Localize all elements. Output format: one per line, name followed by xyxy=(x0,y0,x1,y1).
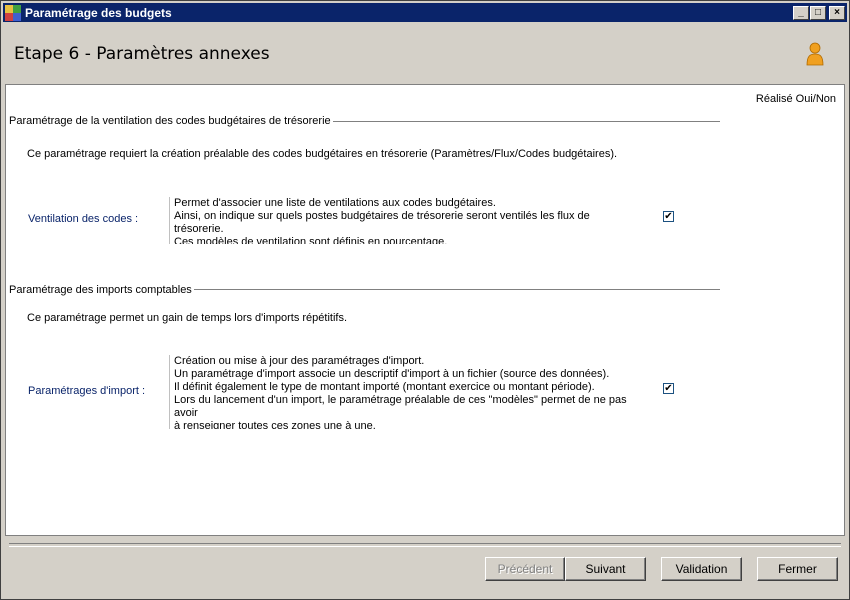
step-title: Etape 6 - Paramètres annexes xyxy=(14,44,270,64)
section-description-imports: Ce paramétrage permet un gain de temps l… xyxy=(27,312,348,324)
section-description-ventilation: Ce paramétrage requiert la création préa… xyxy=(27,148,618,160)
text-line: Il définit également le type de montant … xyxy=(174,381,595,393)
ventilation-done-checkbox[interactable]: ✔ xyxy=(663,211,674,222)
text-line: Ainsi, on indique sur quels postes budgé… xyxy=(174,210,590,222)
user-icon xyxy=(806,42,824,66)
import-done-checkbox[interactable]: ✔ xyxy=(663,383,674,394)
close-window-button[interactable]: × xyxy=(829,5,845,20)
ventilation-codes-label[interactable]: Ventilation des codes : xyxy=(28,213,138,225)
minimize-button[interactable]: _ xyxy=(793,5,809,20)
footer-divider xyxy=(9,543,841,547)
app-icon xyxy=(5,4,21,21)
text-line: Lors du lancement d'un import, le paramé… xyxy=(174,394,627,406)
budget-settings-window: Paramétrage des budgets _ □ × Etape 6 - … xyxy=(0,0,850,600)
close-icon: × xyxy=(834,7,840,18)
maximize-button[interactable]: □ xyxy=(810,5,826,20)
maximize-icon: □ xyxy=(814,7,822,18)
ventilation-codes-text: Permet d'associer une liste de ventilati… xyxy=(169,197,629,244)
window-title: Paramétrage des budgets xyxy=(25,5,172,20)
text-line: Ces modèles de ventilation sont définis … xyxy=(174,236,448,244)
text-line: Un paramétrage d'import associe un descr… xyxy=(174,368,610,380)
section-title-ventilation: Paramétrage de la ventilation des codes … xyxy=(9,115,333,127)
settings-content: Réalisé Oui/Non Paramétrage de la ventil… xyxy=(5,84,845,536)
done-column-header: Réalisé Oui/Non xyxy=(755,93,836,105)
previous-button[interactable]: Précédent xyxy=(485,557,565,581)
text-line: avoir xyxy=(174,407,198,419)
next-button[interactable]: Suivant xyxy=(565,557,646,581)
text-line: trésorerie. xyxy=(174,223,224,235)
step-header: Etape 6 - Paramètres annexes xyxy=(5,24,845,82)
text-line: Création ou mise à jour des paramétrages… xyxy=(174,355,425,367)
close-button[interactable]: Fermer xyxy=(757,557,838,581)
import-settings-text: Création ou mise à jour des paramétrages… xyxy=(169,355,629,429)
section-title-imports: Paramétrage des imports comptables xyxy=(9,284,194,296)
title-bar[interactable]: Paramétrage des budgets _ □ × xyxy=(3,3,847,22)
import-settings-label[interactable]: Paramétrages d'import : xyxy=(28,385,145,397)
text-line: à renseigner toutes ces zones une à une. xyxy=(174,420,376,429)
minimize-icon: _ xyxy=(798,7,804,18)
validate-button[interactable]: Validation xyxy=(661,557,742,581)
text-line: Permet d'associer une liste de ventilati… xyxy=(174,197,496,209)
